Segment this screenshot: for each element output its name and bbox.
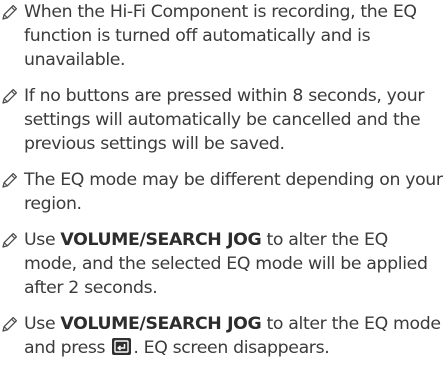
note-text-pre: Use (24, 230, 61, 250)
note-pencil-icon (1, 87, 19, 105)
note-text: When the Hi-Fi Component is recording, t… (24, 2, 417, 70)
note-text-pre: Use (24, 314, 61, 334)
note-item: The EQ mode may be different depending o… (0, 168, 445, 216)
note-text: If no buttons are pressed within 8 secon… (24, 86, 425, 154)
note-item: Use VOLUME/SEARCH JOG to alter the EQ mo… (0, 228, 445, 300)
note-item: If no buttons are pressed within 8 secon… (0, 84, 445, 156)
note-item: When the Hi-Fi Component is recording, t… (0, 0, 445, 72)
note-pencil-icon (1, 231, 19, 249)
note-pencil-icon (1, 3, 19, 21)
enter-key-icon (112, 338, 132, 355)
note-item: Use VOLUME/SEARCH JOG to alter the EQ mo… (0, 312, 445, 360)
note-pencil-icon (1, 315, 19, 333)
note-text: The EQ mode may be different depending o… (24, 170, 443, 214)
notes-list: When the Hi-Fi Component is recording, t… (0, 0, 445, 372)
note-text-post: . EQ screen disappears. (133, 338, 330, 358)
control-name: VOLUME/SEARCH JOG (60, 314, 262, 334)
control-name: VOLUME/SEARCH JOG (60, 230, 262, 250)
note-pencil-icon (1, 171, 19, 189)
